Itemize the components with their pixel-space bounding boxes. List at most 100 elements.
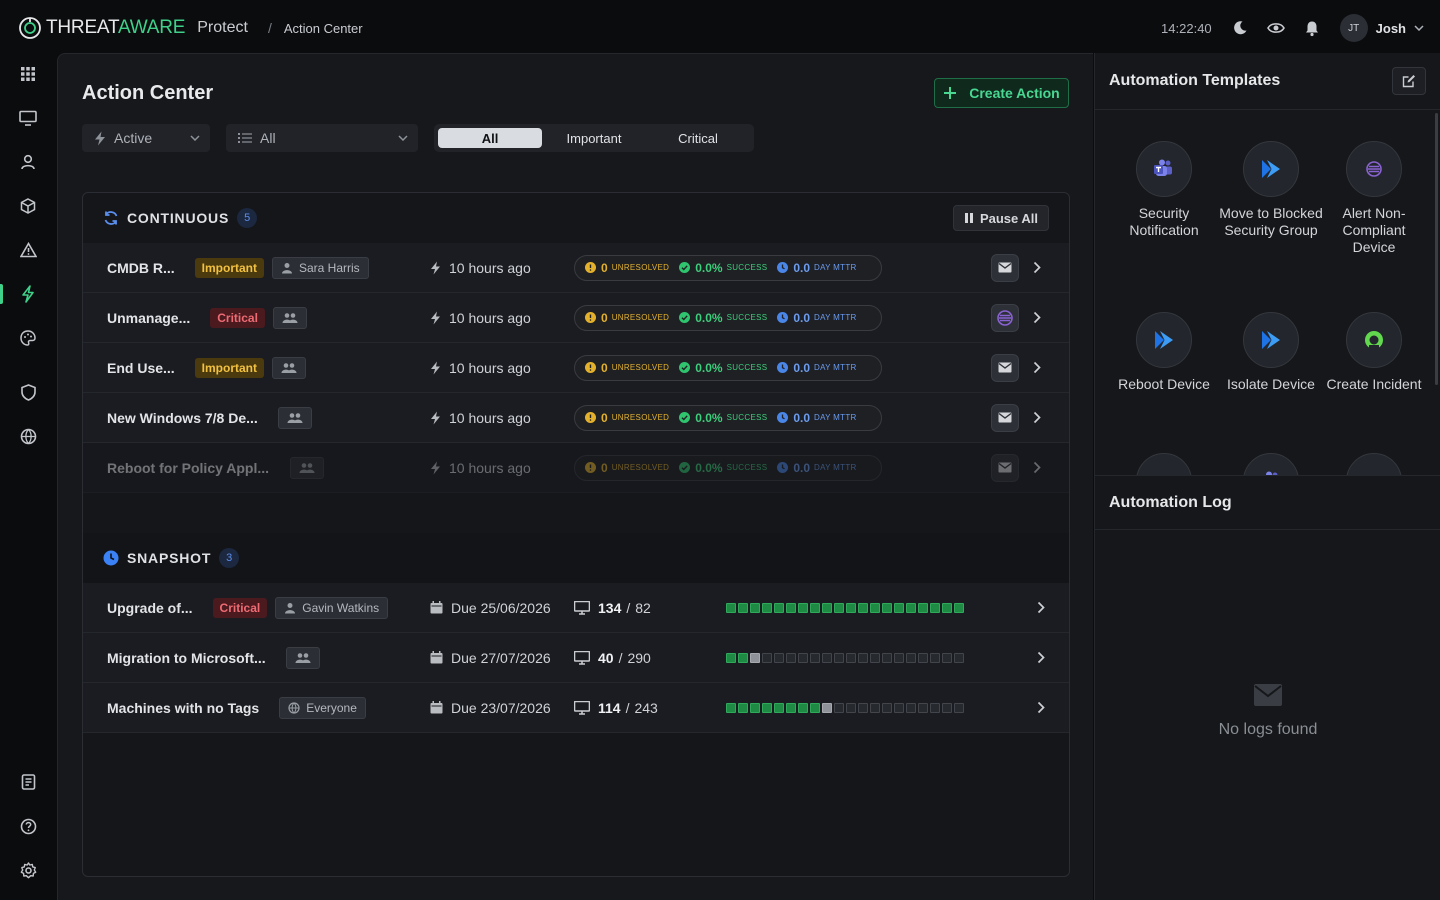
help-icon[interactable] [16,814,40,838]
success-value: 0.0% [695,260,723,275]
owner-chip[interactable]: Sara Harris [271,256,369,279]
brand[interactable]: THREATAWARE Protect [18,16,248,40]
template-partial[interactable] [1112,453,1216,475]
page-title: Action Center [82,82,214,104]
snapshot-action-row[interactable]: Upgrade of... Critical Gavin Watkins Due 25… [83,583,1069,633]
edit-templates-button[interactable] [1392,67,1426,95]
segment-critical[interactable]: Critical [646,128,750,148]
success-icon [679,312,691,323]
template-move-to-blocked-security-group[interactable]: Move to Blocked Security Group [1219,141,1323,239]
apps-grid-icon[interactable] [16,62,40,86]
chevron-down-icon [190,135,200,141]
progress-segment [798,652,808,663]
palette-icon[interactable] [16,326,40,350]
continuous-action-row[interactable]: New Windows 7/8 De... 10 hours ago 0 UNRESO… [83,393,1069,443]
plus-icon [943,86,957,100]
templates-scrollbar[interactable] [1435,113,1438,385]
cube-icon[interactable] [16,194,40,218]
unresolved-value: 0 [601,260,608,275]
mail-icon[interactable] [991,253,1019,282]
group-icon [282,312,298,324]
avatar[interactable]: JT [1339,14,1368,42]
owner-chip[interactable] [289,456,324,479]
teams-icon [1136,141,1192,197]
progress-segment [942,702,952,713]
mttr-label: DAY MTTR [814,413,857,422]
device-count-separator: / [626,599,631,616]
owner-chip[interactable] [277,406,312,429]
mttr-icon [777,412,789,423]
template-alert-non-compliant-device[interactable]: Alert Non-Compliant Device [1322,141,1426,256]
continuous-action-row[interactable]: Reboot for Policy Appl... 10 hours ago 0 UN… [83,443,1069,493]
template-partial[interactable] [1219,453,1323,475]
shield-icon[interactable] [16,380,40,404]
continuous-action-row[interactable]: End Use... Important 10 hours ago 0 UNRESOLV… [83,343,1069,393]
calendar-icon [430,651,443,664]
template-reboot-device[interactable]: Reboot Device [1112,312,1216,393]
owner-chip[interactable] [272,306,307,329]
progress-segment [834,702,844,713]
warning-icon[interactable] [16,238,40,262]
chevron-down-icon[interactable] [1414,25,1424,31]
owner-chip[interactable]: Everyone [279,696,366,719]
chevron-right-icon[interactable] [1033,411,1041,424]
unresolved: 0 UNRESOLVED [585,261,669,275]
template-isolate-device[interactable]: Isolate Device [1219,312,1323,393]
template-label: Alert Non-Compliant Device [1342,205,1406,255]
settings-icon[interactable] [16,858,40,882]
mail-icon[interactable] [991,353,1019,382]
globe-icon[interactable] [16,424,40,448]
owner-chip[interactable] [285,646,320,669]
segment-all[interactable]: All [438,128,542,148]
book-icon[interactable] [16,770,40,794]
action-name: New Windows 7/8 De... [107,409,258,426]
type-filter-dropdown[interactable]: All [226,124,418,152]
template-partial[interactable] [1322,453,1426,475]
chevron-right-icon[interactable] [1033,311,1041,324]
mail-icon[interactable] [991,403,1019,432]
chevron-right-icon[interactable] [1033,261,1041,274]
status-filter-dropdown[interactable]: Active [82,124,210,152]
bolt-icon[interactable] [16,282,40,306]
pause-all-button[interactable]: Pause All [953,205,1049,231]
mttr-icon [777,262,789,273]
continuous-action-row[interactable]: CMDB R... Important Sara Harris 10 hours ag… [83,243,1069,293]
chevron-right-icon[interactable] [1037,601,1045,614]
alert-noncompliant-icon[interactable] [991,303,1019,332]
progress-segment [726,602,736,613]
monitor-icon[interactable] [16,106,40,130]
progress-segment [750,652,760,663]
mail-icon[interactable] [991,453,1019,482]
progress-segment [750,702,760,713]
snapshot-action-row[interactable]: Machines with no Tags Everyone Due 23/07/2… [83,683,1069,733]
chevron-right-icon[interactable] [1037,651,1045,664]
user-name[interactable]: Josh [1376,21,1406,36]
chevron-right-icon[interactable] [1037,701,1045,714]
snapshot-action-row[interactable]: Migration to Microsoft... Due 27/07/2026 4… [83,633,1069,683]
eye-icon[interactable] [1266,18,1286,38]
priority-badge: Important [194,257,264,278]
top-bar: THREATAWARE Protect / Action Center 14:2… [0,0,1440,56]
bell-icon[interactable] [1302,18,1322,38]
continuous-action-row[interactable]: Unmanage... Critical 10 hours ago 0 UNRESOLV… [83,293,1069,343]
create-action-button[interactable]: Create Action [934,78,1069,108]
progress-segment [870,702,880,713]
progress-segment [786,702,796,713]
user-icon[interactable] [16,150,40,174]
time-text: 10 hours ago [449,309,531,326]
chevron-right-icon[interactable] [1033,361,1041,374]
chevron-right-icon[interactable] [1033,461,1041,474]
teams-icon [1243,453,1299,475]
owner-chip[interactable]: Gavin Watkins [275,596,389,619]
template-create-incident[interactable]: Create Incident [1322,312,1426,393]
segment-important[interactable]: Important [542,128,646,148]
progress-segment [810,602,820,613]
breadcrumb[interactable]: Action Center [284,21,363,36]
success-value: 0.0% [695,460,723,475]
last-run-time: 10 hours ago [430,460,531,476]
progress-segment [906,702,916,713]
moon-icon[interactable] [1230,18,1250,38]
template-security-notification[interactable]: Security Notification [1112,141,1216,239]
owner-chip[interactable] [272,356,306,379]
alert-noncompliant-icon [1346,141,1402,197]
